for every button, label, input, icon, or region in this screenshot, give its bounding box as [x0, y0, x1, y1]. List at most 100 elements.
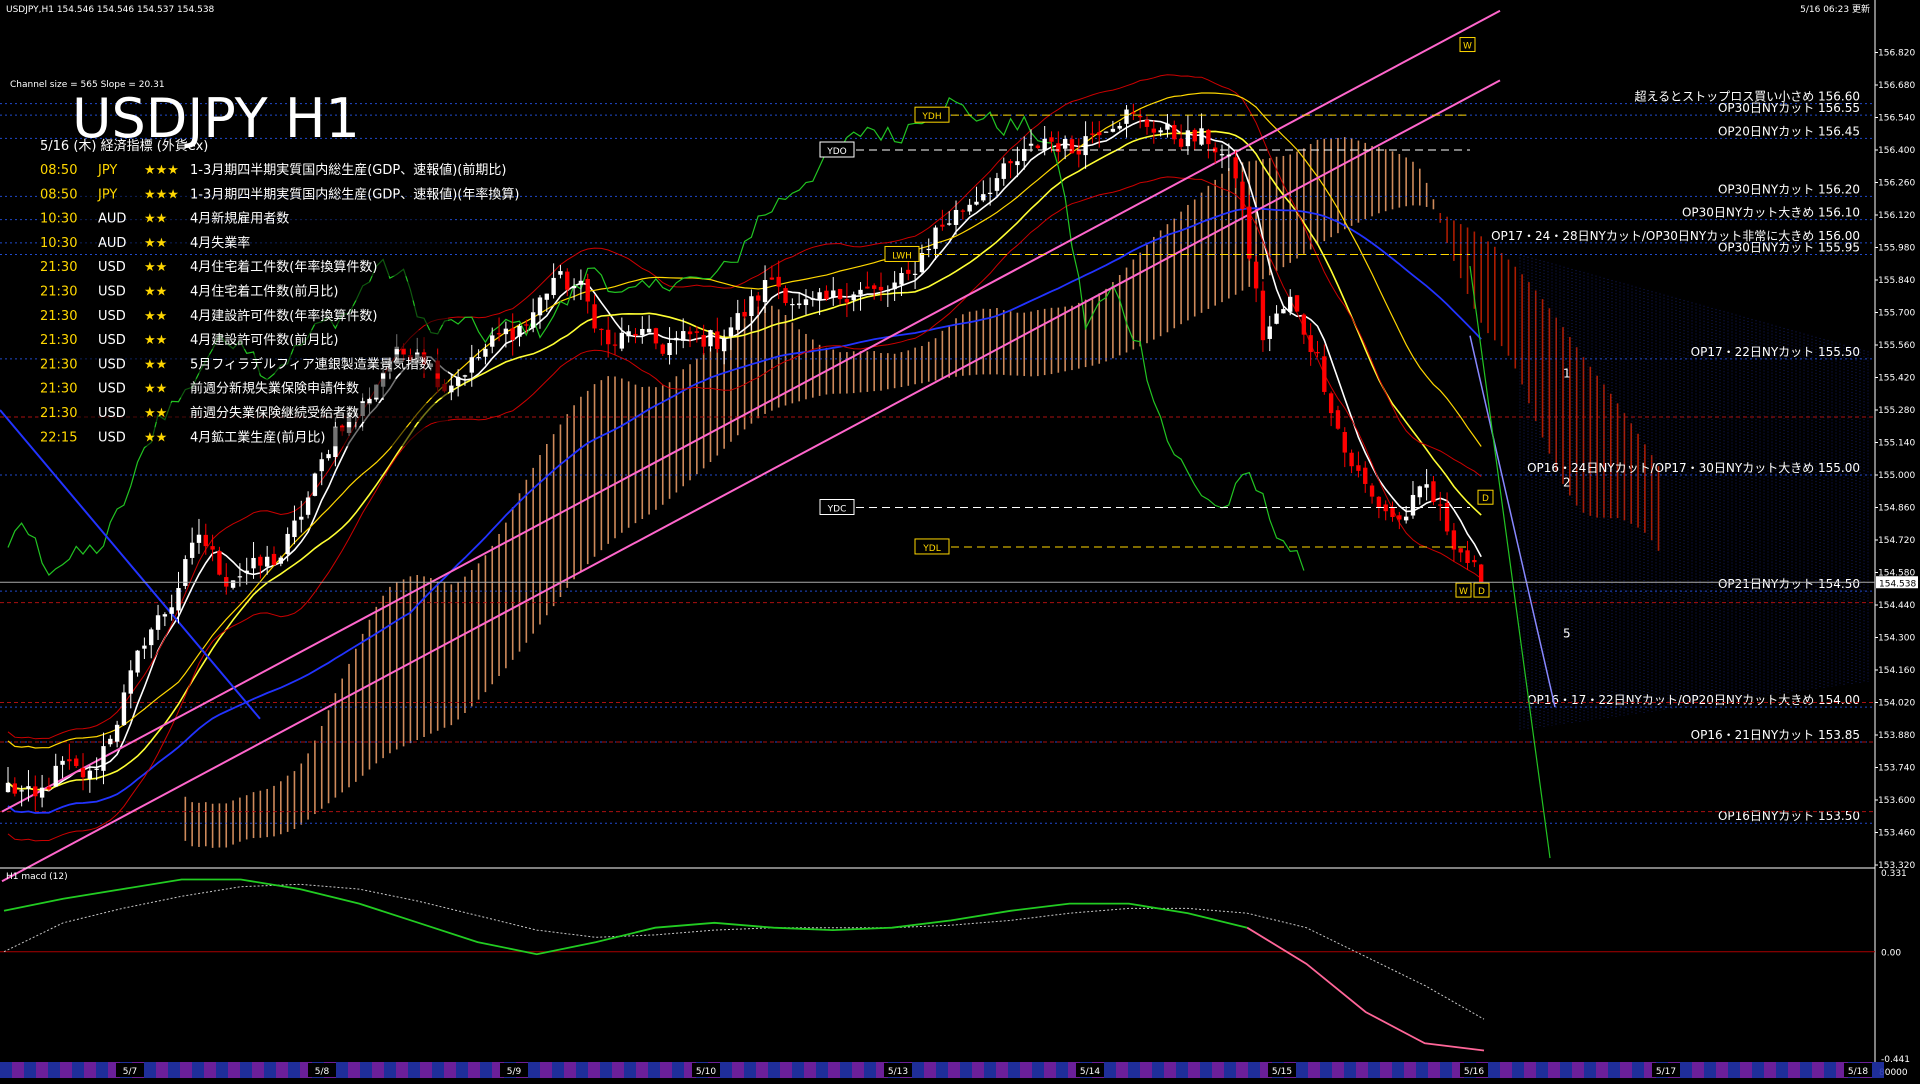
date-bar-segment: [1392, 1062, 1404, 1078]
event-currency: USD: [98, 285, 126, 300]
date-bar-segment: [180, 1062, 192, 1078]
date-bar-segment: [1320, 1062, 1332, 1078]
y-tick-label: 154.860: [1878, 504, 1915, 514]
date-bar-segment: [912, 1062, 924, 1078]
candle-body: [1165, 123, 1170, 130]
date-bar-segment: [192, 1062, 204, 1078]
price-level-label: OP30日NYカット大きめ 156.10: [1682, 206, 1860, 220]
date-bar-segment: [648, 1062, 660, 1078]
event-currency: USD: [98, 357, 126, 372]
candle-body: [1240, 181, 1245, 209]
candle-body: [476, 357, 481, 359]
candle-body: [1322, 356, 1327, 392]
candle-body: [1028, 143, 1034, 146]
date-bar-segment: [48, 1062, 60, 1078]
candle-body: [74, 758, 79, 766]
date-bar-segment: [1488, 1062, 1500, 1078]
event-currency: USD: [98, 382, 126, 397]
date-bar-segment: [1020, 1062, 1032, 1078]
candle-body: [619, 332, 625, 349]
candle-body: [646, 328, 652, 333]
candle-body: [1015, 161, 1020, 166]
event-name: 1-3月期四半期実質国内総生産(GDP、速報値)(年率換算): [190, 186, 519, 202]
symbol-ohlc-line: USDJPY,H1 154.546 154.546 154.537 154.53…: [6, 5, 215, 15]
chart-svg[interactable]: 超えるとストップロス買い小さめ 156.60OP30日NYカット 156.55O…: [0, 0, 1920, 1080]
date-bar-segment: [1620, 1062, 1632, 1078]
candle-body: [67, 759, 72, 762]
date-bar-segment: [792, 1062, 804, 1078]
candle-body: [899, 273, 904, 285]
date-bar-segment: [1128, 1062, 1140, 1078]
candle-body: [101, 746, 106, 771]
candle-body: [169, 607, 174, 614]
y-tick-label: 154.160: [1878, 666, 1915, 676]
y-tick-label: 156.400: [1878, 146, 1915, 156]
candle-body: [1206, 129, 1211, 145]
candle-body: [1369, 485, 1375, 497]
candle-body: [715, 331, 720, 349]
date-bar-segment: [1872, 1062, 1884, 1078]
candle-body: [305, 497, 311, 515]
y-tick-label: 154.020: [1878, 699, 1915, 709]
reference-tag-label: YDC: [827, 505, 847, 515]
date-bar-segment: [60, 1062, 72, 1078]
price-level-label: OP30日NYカット 155.95: [1718, 240, 1860, 254]
date-bar-segment: [828, 1062, 840, 1078]
candle-body: [606, 329, 611, 345]
date-bar-segment: [480, 1062, 492, 1078]
event-currency: USD: [98, 430, 126, 445]
date-bar-segment: [804, 1062, 816, 1078]
candle-body: [1178, 138, 1184, 147]
candle-body: [1267, 326, 1272, 339]
candle-body: [278, 557, 283, 564]
candle-body: [210, 546, 215, 550]
date-bar-segment: [924, 1062, 936, 1078]
date-bar-segment: [1752, 1062, 1764, 1078]
y-tick-label: 154.440: [1878, 601, 1915, 611]
candle-body: [490, 335, 495, 347]
candle-body: [878, 286, 884, 291]
candle-body: [1069, 139, 1075, 154]
candle-body: [87, 770, 93, 779]
date-bar-segment: [660, 1062, 672, 1078]
candle-body: [203, 534, 208, 547]
date-bar-segment: [348, 1062, 360, 1078]
date-bar-segment: [228, 1062, 240, 1078]
candle-body: [940, 224, 945, 227]
candle-body: [455, 376, 461, 386]
candle-body: [155, 615, 161, 630]
date-bar-segment: [1560, 1062, 1572, 1078]
date-bar-segment: [1188, 1062, 1200, 1078]
event-stars: ★★★: [144, 163, 179, 178]
candle-body: [728, 327, 734, 337]
candle-body: [230, 580, 236, 588]
event-stars: ★★: [144, 285, 167, 300]
candle-body: [121, 692, 127, 725]
event-stars: ★★: [144, 236, 167, 251]
date-bar-segment: [84, 1062, 96, 1078]
candle-body: [537, 297, 543, 316]
date-bar-segment: [1728, 1062, 1740, 1078]
candle-body: [319, 459, 324, 472]
event-stars: ★★: [144, 430, 167, 445]
candle-body: [926, 248, 931, 251]
box-label: D: [1478, 587, 1485, 597]
y-tick-label: 153.740: [1878, 764, 1915, 774]
wave-label: 5: [1563, 627, 1571, 641]
date-bar-segment: [1440, 1062, 1452, 1078]
candle-body: [776, 276, 781, 287]
price-level-label: OP21日NYカット 154.50: [1718, 577, 1860, 591]
wave-label: 2: [1563, 476, 1571, 490]
candle-body: [933, 227, 938, 249]
date-bar-segment: [1584, 1062, 1596, 1078]
current-price-label: 154.538: [1879, 579, 1916, 589]
candle-body: [994, 178, 1000, 191]
event-stars: ★★: [144, 333, 167, 348]
candle-body: [46, 786, 52, 790]
date-bar-segment: [1308, 1062, 1320, 1078]
event-time: 21:30: [40, 333, 77, 348]
candle-body: [824, 290, 829, 299]
candle-body: [1056, 143, 1061, 152]
date-bar-segment: [744, 1062, 756, 1078]
candle-body: [837, 288, 843, 300]
